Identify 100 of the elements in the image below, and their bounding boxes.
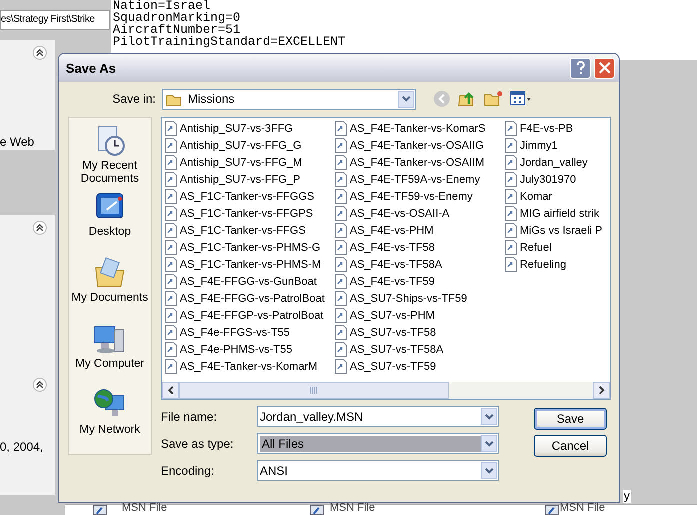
file-icon: [335, 308, 347, 323]
file-type-text: MSN File: [330, 503, 376, 514]
file-icon: [165, 138, 177, 153]
file-icon: [165, 359, 177, 374]
dropdown-field[interactable]: ANSI: [257, 460, 499, 481]
file-name[interactable]: AS_F4E-Tanker-vs-KomarS: [350, 122, 486, 134]
file-icon: [505, 206, 517, 221]
file-name[interactable]: Refueling: [520, 258, 566, 270]
file-name[interactable]: AS_F4E-Tanker-vs-KomarM: [180, 360, 318, 372]
file-icon: [335, 206, 347, 221]
file-name[interactable]: AS_F4E-FFGG-vs-GunBoat: [180, 276, 317, 288]
file-name[interactable]: AS_F4E-FFGP-vs-PatrolBoat: [180, 310, 324, 322]
background-text: y: [623, 490, 631, 503]
file-icon: [505, 223, 517, 238]
file-name[interactable]: Jimmy1: [520, 140, 558, 152]
place-label[interactable]: My Documents: [72, 292, 148, 305]
file-icon: [310, 505, 324, 515]
file-name[interactable]: AS_F1C-Tanker-vs-PHMS-G: [180, 242, 321, 254]
place-label[interactable]: My Recent Documents: [69, 160, 151, 186]
file-name[interactable]: AS_F4E-Tanker-vs-OSAIIM: [350, 156, 484, 168]
file-name[interactable]: AS_F4E-TF59A-vs-Enemy: [350, 174, 480, 186]
file-name[interactable]: AS_F1C-Tanker-vs-FFGPS: [180, 208, 314, 220]
file-name[interactable]: Jordan_valley: [520, 156, 588, 168]
dropdown-field[interactable]: Jordan_valley.MSN: [257, 406, 499, 427]
close-icon: [598, 62, 610, 74]
file-name[interactable]: AS_SU7-vs-TF58A: [350, 344, 444, 356]
file-name[interactable]: AS_F4e-PHMS-vs-T55: [180, 344, 292, 356]
file-icon: [505, 138, 517, 153]
file-name[interactable]: Refuel: [520, 242, 552, 254]
text-line: AircraftNumber=51: [113, 24, 241, 36]
new-folder-icon[interactable]: [484, 90, 504, 108]
help-button[interactable]: [570, 58, 591, 78]
pane-text: 0, 2004,: [0, 440, 44, 454]
file-name[interactable]: AS_F4E-vs-TF59: [350, 276, 435, 288]
file-name[interactable]: AS_SU7-vs-PHM: [350, 310, 435, 322]
scroll-right-icon[interactable]: [598, 386, 604, 395]
file-name[interactable]: F4E-vs-PB: [520, 122, 574, 134]
file-name[interactable]: AS_F1C-Tanker-vs-PHMS-M: [180, 258, 322, 270]
file-icon: [93, 505, 107, 515]
place-label[interactable]: My Network: [80, 424, 140, 437]
dialog-button[interactable]: Save: [534, 408, 607, 430]
file-name[interactable]: Antiship_SU7-vs-FFG_P: [180, 174, 300, 186]
file-name[interactable]: AS_F4E-FFGG-vs-PatrolBoat: [180, 292, 325, 304]
file-icon: [165, 325, 177, 340]
file-name[interactable]: Antiship_SU7-vs-FFG_M: [180, 156, 302, 168]
file-name[interactable]: AS_SU7-vs-TF58: [350, 326, 436, 338]
file-icon: [335, 223, 347, 238]
text-line: Nation=Israel: [113, 0, 211, 12]
field-label: Save in:: [112, 92, 156, 106]
file-name[interactable]: AS_F1C-Tanker-vs-FFGS: [180, 224, 306, 236]
dropdown-field[interactable]: All Files: [257, 433, 499, 454]
address-field[interactable]: es\Strategy First\Strike: [0, 10, 110, 30]
folder-dropdown[interactable]: Missions: [162, 88, 416, 110]
file-icon: [335, 291, 347, 306]
file-name[interactable]: Antiship_SU7-vs-3FFG: [180, 122, 294, 134]
field-label: Encoding:: [161, 464, 216, 478]
file-name[interactable]: AS_F4E-vs-TF58: [350, 242, 435, 254]
file-icon: [335, 274, 347, 289]
window-title: Save As: [66, 60, 118, 76]
file-name[interactable]: July301970: [520, 174, 576, 186]
file-icon: [335, 325, 347, 340]
documents-folder-icon[interactable]: [93, 256, 127, 290]
file-name[interactable]: AS_F4E-vs-PHM: [350, 224, 434, 236]
file-icon: [165, 291, 177, 306]
file-name[interactable]: AS_F4E-vs-OSAII-A: [350, 208, 450, 220]
file-icon: [165, 206, 177, 221]
file-icon: [505, 155, 517, 170]
file-name[interactable]: AS_SU7-Ships-vs-TF59: [350, 292, 468, 304]
file-icon: [165, 308, 177, 323]
file-name[interactable]: AS_F1C-Tanker-vs-FFGGS: [180, 190, 314, 202]
file-icon: [335, 155, 347, 170]
file-icon: [505, 240, 517, 255]
file-name[interactable]: Antiship_SU7-vs-FFG_G: [180, 140, 302, 152]
file-name[interactable]: AS_F4e-FFGS-vs-T55: [180, 326, 290, 338]
close-button[interactable]: [594, 58, 615, 78]
file-type-text: MSN File: [122, 503, 168, 514]
file-name[interactable]: MIG airfield strik: [520, 208, 600, 220]
file-icon: [335, 138, 347, 153]
file-icon: [165, 155, 177, 170]
file-name[interactable]: MiGs vs Israeli P: [520, 224, 603, 236]
file-name[interactable]: AS_SU7-vs-TF59: [350, 360, 436, 372]
scroll-grip-icon: [310, 387, 318, 394]
view-menu-icon[interactable]: [510, 90, 532, 108]
file-name[interactable]: AS_F4E-vs-TF58A: [350, 258, 442, 270]
file-name[interactable]: AS_F4E-TF59-vs-Enemy: [350, 190, 473, 202]
file-icon: [335, 121, 347, 136]
file-icon: [505, 189, 517, 204]
scroll-left-icon[interactable]: [168, 386, 174, 395]
place-label[interactable]: My Computer: [75, 358, 145, 371]
file-icon: [335, 359, 347, 374]
dialog-button[interactable]: Cancel: [534, 435, 607, 457]
place-label[interactable]: Desktop: [88, 226, 132, 239]
horizontal-scrollbar[interactable]: [162, 382, 610, 399]
file-icon: [505, 172, 517, 187]
file-name[interactable]: Komar: [520, 190, 552, 202]
file-icon: [335, 342, 347, 357]
file-icon: [505, 257, 517, 272]
file-name[interactable]: AS_F4E-Tanker-vs-OSAIIG: [350, 140, 484, 152]
field-label: Save as type:: [161, 436, 235, 450]
field-label: File name:: [161, 410, 218, 424]
